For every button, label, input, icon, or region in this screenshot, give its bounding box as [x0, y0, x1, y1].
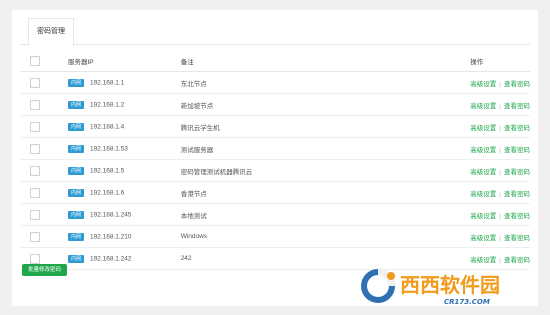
intranet-badge: 内网: [67, 188, 84, 197]
header-ip: 服务器IP: [67, 50, 181, 72]
row-checkbox[interactable]: [30, 121, 40, 132]
row-checkbox[interactable]: [30, 231, 40, 242]
select-all-checkbox[interactable]: [30, 55, 40, 66]
advanced-settings-link[interactable]: 高级设置: [470, 103, 496, 110]
password-panel: 密码管理 服务器IP 备注 操作 内网 192.168.1.1 东北节点 高级设置…: [12, 10, 538, 306]
row-checkbox[interactable]: [30, 165, 40, 176]
server-ip: 192.168.1.210: [89, 233, 132, 240]
table-row: 内网 192.168.1.2 新加坡节点 高级设置 | 查看密码: [20, 93, 530, 116]
intranet-badge: 内网: [67, 122, 84, 131]
server-note: 新加坡节点: [180, 93, 471, 116]
server-ip: 192.168.1.5: [89, 167, 125, 174]
watermark-logo: 西西软件园 CR173.COM: [361, 268, 500, 306]
server-ip: 192.168.1.53: [89, 145, 128, 152]
intranet-badge: 内网: [67, 166, 84, 175]
table-row: 内网 192.168.1.245 本地测试 高级设置 | 查看密码: [20, 203, 530, 226]
table-row: 内网 192.168.1.5 密码管理测试机器腾讯云 高级设置 | 查看密码: [20, 159, 530, 182]
op-separator: |: [499, 212, 501, 220]
watermark-text: 西西软件园: [400, 273, 500, 297]
view-password-link[interactable]: 查看密码: [504, 103, 530, 110]
op-separator: |: [499, 256, 501, 264]
advanced-settings-link[interactable]: 高级设置: [470, 257, 496, 264]
op-separator: |: [499, 190, 501, 198]
row-checkbox[interactable]: [30, 143, 40, 154]
intranet-badge: 内网: [67, 210, 84, 219]
header-ops: 操作: [470, 50, 530, 72]
intranet-badge: 内网: [67, 144, 84, 153]
tab-password-management[interactable]: 密码管理: [28, 18, 74, 46]
view-password-link[interactable]: 查看密码: [504, 191, 530, 198]
intranet-badge: 内网: [67, 100, 84, 109]
logo-mark-icon: [361, 268, 396, 303]
server-note: 测试服务器: [180, 137, 471, 160]
server-note: 密码管理测试机器腾讯云: [180, 159, 471, 182]
server-note: 本地测试: [180, 203, 471, 226]
server-note: 香港节点: [180, 181, 471, 204]
intranet-badge: 内网: [67, 232, 84, 241]
view-password-link[interactable]: 查看密码: [504, 147, 530, 154]
view-password-link[interactable]: 查看密码: [504, 235, 530, 242]
view-password-link[interactable]: 查看密码: [504, 81, 530, 88]
advanced-settings-link[interactable]: 高级设置: [470, 125, 496, 132]
advanced-settings-link[interactable]: 高级设置: [470, 169, 496, 176]
view-password-link[interactable]: 查看密码: [504, 213, 530, 220]
batch-change-password-button[interactable]: 批量修改密码: [22, 264, 68, 276]
row-checkbox[interactable]: [30, 77, 40, 88]
server-note: 腾讯云学生机: [180, 115, 471, 138]
intranet-badge: 内网: [67, 78, 84, 87]
tab-bar: 密码管理: [20, 18, 530, 46]
server-ip: 192.168.1.1: [89, 79, 125, 86]
table-header-row: 服务器IP 备注 操作: [20, 50, 530, 72]
op-separator: |: [499, 146, 501, 154]
row-checkbox[interactable]: [30, 187, 40, 198]
intranet-badge: 内网: [67, 254, 84, 263]
row-checkbox[interactable]: [30, 253, 40, 264]
table-row: 内网 192.168.1.4 腾讯云学生机 高级设置 | 查看密码: [20, 115, 530, 138]
advanced-settings-link[interactable]: 高级设置: [470, 147, 496, 154]
server-ip: 192.168.1.2: [89, 101, 125, 108]
server-table: 服务器IP 备注 操作 内网 192.168.1.1 东北节点 高级设置 | 查看密码…: [20, 50, 530, 270]
op-separator: |: [499, 234, 501, 242]
advanced-settings-link[interactable]: 高级设置: [470, 213, 496, 220]
view-password-link[interactable]: 查看密码: [504, 169, 530, 176]
op-separator: |: [499, 168, 501, 176]
op-separator: |: [499, 124, 501, 132]
advanced-settings-link[interactable]: 高级设置: [470, 191, 496, 198]
server-ip: 192.168.1.6: [89, 189, 125, 196]
advanced-settings-link[interactable]: 高级设置: [470, 81, 496, 88]
view-password-link[interactable]: 查看密码: [504, 125, 530, 132]
table-row: 内网 192.168.1.53 测试服务器 高级设置 | 查看密码: [20, 137, 530, 160]
server-note: Windows: [180, 225, 471, 248]
row-checkbox[interactable]: [30, 209, 40, 220]
table-row: 内网 192.168.1.1 东北节点 高级设置 | 查看密码: [20, 71, 530, 94]
view-password-link[interactable]: 查看密码: [504, 257, 530, 264]
watermark-subtext: CR173.COM: [444, 298, 490, 306]
row-checkbox[interactable]: [30, 99, 40, 110]
server-ip: 192.168.1.245: [89, 211, 132, 218]
op-separator: |: [499, 80, 501, 88]
server-ip: 192.168.1.4: [89, 123, 125, 130]
header-note: 备注: [180, 50, 471, 72]
server-note: 东北节点: [180, 71, 471, 94]
advanced-settings-link[interactable]: 高级设置: [470, 235, 496, 242]
server-ip: 192.168.1.242: [89, 255, 132, 262]
table-row: 内网 192.168.1.210 Windows 高级设置 | 查看密码: [20, 225, 530, 248]
table-row: 内网 192.168.1.6 香港节点 高级设置 | 查看密码: [20, 181, 530, 204]
op-separator: |: [499, 102, 501, 110]
